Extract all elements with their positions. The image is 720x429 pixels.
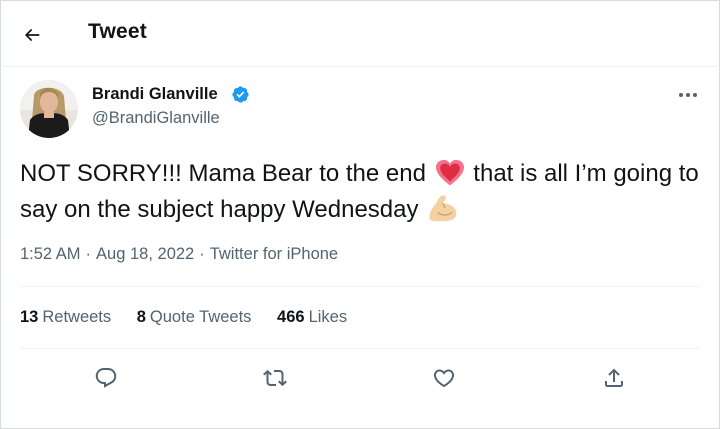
likes-count: 466 — [277, 308, 305, 326]
stats-divider-top — [20, 286, 700, 287]
like-icon — [433, 369, 455, 388]
quote-tweets-stat[interactable]: 8 Quote Tweets — [137, 308, 252, 327]
page-title: Tweet — [88, 20, 147, 43]
header-divider — [0, 66, 720, 67]
reply-button[interactable] — [89, 361, 123, 395]
flexed-biceps-emoji — [429, 195, 457, 222]
likes-label: Likes — [308, 308, 348, 326]
share-button[interactable] — [597, 361, 631, 395]
tweet-meta: 1:52 AM · Aug 18, 2022 · Twitter for iPhone — [20, 245, 338, 264]
likes-stat[interactable]: 466 Likes — [277, 308, 347, 327]
tweet-source[interactable]: Twitter for iPhone — [210, 245, 338, 263]
avatar[interactable] — [20, 80, 78, 138]
more-options-button[interactable] — [672, 82, 704, 108]
tweet-date[interactable]: Aug 18, 2022 — [96, 245, 194, 263]
avatar-image — [20, 80, 78, 138]
tweet-stats: 13 Retweets 8 Quote Tweets 466 Likes — [20, 308, 368, 327]
more-icon — [679, 93, 697, 97]
author-handle[interactable]: @BrandiGlanville — [92, 109, 220, 128]
share-icon — [605, 368, 623, 387]
quote-tweets-label: Quote Tweets — [149, 308, 252, 326]
tweet-text-part-1: NOT SORRY!!! Mama Bear to the end — [20, 160, 426, 187]
retweets-count: 13 — [20, 308, 39, 326]
tweet-time[interactable]: 1:52 AM — [20, 245, 81, 263]
retweet-icon — [263, 369, 287, 387]
arrow-left-icon — [25, 29, 40, 41]
verified-badge-icon — [232, 86, 249, 103]
page-header: Tweet — [0, 0, 720, 66]
quote-tweets-count: 8 — [136, 308, 146, 326]
sparkling-heart-emoji — [435, 159, 464, 186]
tweet-text: NOT SORRY!!! Mama Bear to the end that i… — [20, 156, 710, 228]
back-button[interactable] — [14, 17, 50, 53]
reply-icon — [95, 368, 117, 388]
meta-separator: · — [199, 245, 205, 263]
author-name[interactable]: Brandi Glanville — [92, 85, 218, 104]
retweet-button[interactable] — [258, 361, 292, 395]
stats-divider-bottom — [20, 348, 700, 349]
like-button[interactable] — [427, 361, 461, 395]
meta-separator: · — [85, 245, 92, 263]
retweets-label: Retweets — [42, 308, 112, 326]
retweets-stat[interactable]: 13 Retweets — [20, 308, 111, 327]
